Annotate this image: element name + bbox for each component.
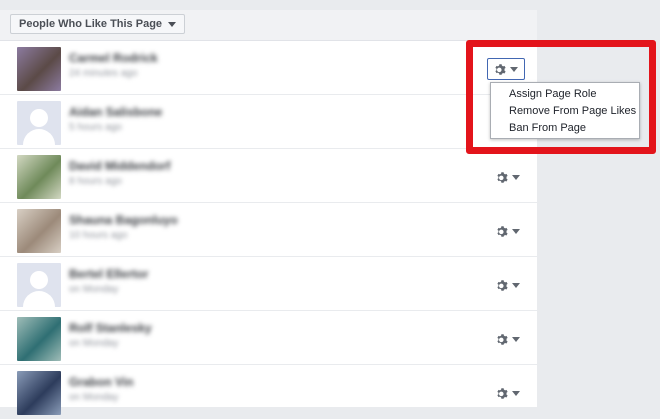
like-timestamp: 8 hours ago xyxy=(69,176,122,187)
menu-item-remove-from-page-likes[interactable]: Remove From Page Likes xyxy=(491,103,639,120)
people-filter-dropdown[interactable]: People Who Like This Page xyxy=(10,14,186,34)
default-avatar[interactable] xyxy=(17,101,61,145)
menu-item-ban-from-page[interactable]: Ban From Page xyxy=(491,120,639,137)
person-row: Bertel Ellertor on Monday xyxy=(0,257,537,311)
person-name[interactable]: Shauna Bagonluyo xyxy=(69,213,178,227)
person-name[interactable]: Rolf Stanlesky xyxy=(69,321,152,335)
people-list: Carmel Rodrick 24 minutes ago Aidan Salisb… xyxy=(0,41,537,419)
likes-panel: People Who Like This Page Carmel Rodrick… xyxy=(0,10,537,419)
person-row: Carmel Rodrick 24 minutes ago xyxy=(0,41,537,95)
person-name[interactable]: Grabon Vin xyxy=(69,375,133,389)
caret-down-icon xyxy=(512,390,520,396)
gear-icon xyxy=(497,225,508,237)
person-row: Shauna Bagonluyo 10 hours ago xyxy=(0,203,537,257)
row-settings-button[interactable] xyxy=(495,276,521,294)
person-row: Rolf Stanlesky on Monday xyxy=(0,311,537,365)
avatar[interactable] xyxy=(17,155,61,199)
row-settings-button[interactable] xyxy=(487,58,525,80)
caret-down-icon xyxy=(512,282,520,288)
row-settings-button[interactable] xyxy=(495,168,521,186)
like-timestamp: 5 hours ago xyxy=(69,122,122,133)
gear-icon xyxy=(497,333,508,345)
avatar[interactable] xyxy=(17,317,61,361)
person-name[interactable]: Aidan Salisbone xyxy=(69,105,162,119)
caret-down-icon xyxy=(512,228,520,234)
panel-header: People Who Like This Page xyxy=(0,10,537,41)
caret-down-icon xyxy=(512,336,520,342)
menu-item-assign-page-role[interactable]: Assign Page Role xyxy=(491,86,639,103)
avatar[interactable] xyxy=(17,371,61,415)
person-name[interactable]: David Middendorf xyxy=(69,159,170,173)
caret-down-icon xyxy=(512,174,520,180)
avatar[interactable] xyxy=(17,209,61,253)
default-avatar[interactable] xyxy=(17,263,61,307)
person-name[interactable]: Bertel Ellertor xyxy=(69,267,148,281)
people-filter-label: People Who Like This Page xyxy=(19,18,163,30)
caret-down-icon xyxy=(168,21,177,27)
like-timestamp: 24 minutes ago xyxy=(69,68,138,79)
row-settings-button[interactable] xyxy=(495,222,521,240)
row-settings-button[interactable] xyxy=(495,384,521,402)
gear-icon xyxy=(497,171,508,183)
person-name[interactable]: Carmel Rodrick xyxy=(69,51,158,65)
row-settings-button[interactable] xyxy=(495,330,521,348)
person-row: David Middendorf 8 hours ago xyxy=(0,149,537,203)
row-actions-menu: Assign Page Role Remove From Page Likes … xyxy=(490,82,640,139)
like-timestamp: on Monday xyxy=(69,392,119,403)
like-timestamp: 10 hours ago xyxy=(69,230,128,241)
gear-icon xyxy=(495,63,506,75)
person-row: Aidan Salisbone 5 hours ago xyxy=(0,95,537,149)
like-timestamp: on Monday xyxy=(69,284,119,295)
avatar[interactable] xyxy=(17,47,61,91)
caret-down-icon xyxy=(510,66,518,72)
like-timestamp: on Monday xyxy=(69,338,119,349)
gear-icon xyxy=(497,387,508,399)
gear-icon xyxy=(497,279,508,291)
person-row: Grabon Vin on Monday xyxy=(0,365,537,419)
